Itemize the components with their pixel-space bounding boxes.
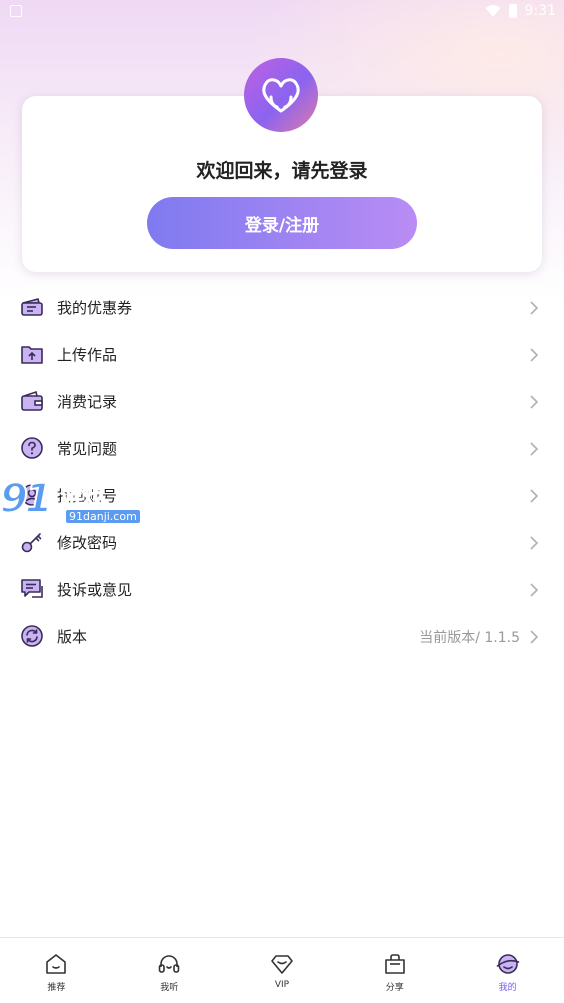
menu-label: 投诉或意见 <box>57 581 133 599</box>
status-bar: 9:31 <box>0 0 564 24</box>
menu-label: 修改密码 <box>57 534 118 552</box>
wifi-icon <box>485 5 501 17</box>
chevron-right-icon <box>530 583 538 597</box>
tab-listen[interactable]: 我听 <box>113 938 226 1003</box>
menu-label: 上传作品 <box>57 346 118 364</box>
feedback-icon <box>21 579 43 598</box>
app-logo-heart-icon <box>244 58 318 132</box>
bottom-tab-bar: 推荐 我听 VIP 分享 我的 <box>0 937 564 1003</box>
tab-recommend[interactable]: 推荐 <box>0 938 113 1003</box>
diamond-icon <box>271 955 293 974</box>
menu-item-purchase-history[interactable]: 消费记录 <box>0 378 564 425</box>
profile-planet-icon <box>496 954 519 974</box>
menu-item-version[interactable]: 版本 当前版本/ 1.1.5 <box>0 613 564 660</box>
tab-label: 我的 <box>498 983 517 993</box>
tab-label: VIP <box>274 980 290 990</box>
chevron-right-icon <box>530 489 538 503</box>
menu-item-feedback[interactable]: 投诉或意见 <box>0 566 564 613</box>
chevron-right-icon <box>530 536 538 550</box>
tab-label: 推荐 <box>47 983 66 993</box>
menu-label: 消费记录 <box>57 393 118 411</box>
tab-label: 分享 <box>385 983 404 993</box>
status-time: 9:31 <box>524 3 556 19</box>
upload-folder-icon <box>21 346 43 364</box>
menu-label: 找回账号 <box>57 487 118 505</box>
home-icon <box>46 954 67 974</box>
settings-menu: 我的优惠券 上传作品 消费记录 常见问题 找回账号 修改密码 投诉或意见 版本 … <box>0 284 564 660</box>
chevron-right-icon <box>530 348 538 362</box>
headphones-icon <box>158 955 180 973</box>
share-bag-icon <box>384 954 405 974</box>
tab-label: 我听 <box>160 983 179 993</box>
login-register-button[interactable]: 登录/注册 <box>147 197 417 249</box>
tab-mine[interactable]: 我的 <box>451 938 564 1003</box>
recover-account-icon <box>21 484 43 506</box>
tab-vip[interactable]: VIP <box>226 938 339 1003</box>
key-icon <box>21 533 42 553</box>
welcome-text: 欢迎回来，请先登录 <box>196 160 368 182</box>
coupon-icon <box>21 298 43 316</box>
version-value: 当前版本/ 1.1.5 <box>419 629 520 646</box>
menu-item-upload[interactable]: 上传作品 <box>0 331 564 378</box>
tab-share[interactable]: 分享 <box>338 938 451 1003</box>
menu-item-change-password[interactable]: 修改密码 <box>0 519 564 566</box>
wallet-icon <box>21 390 43 411</box>
notification-icon <box>10 5 22 17</box>
chevron-right-icon <box>530 395 538 409</box>
chevron-right-icon <box>530 301 538 315</box>
menu-item-recover-account[interactable]: 找回账号 <box>0 472 564 519</box>
menu-item-faq[interactable]: 常见问题 <box>0 425 564 472</box>
chevron-right-icon <box>530 630 538 644</box>
menu-item-coupons[interactable]: 我的优惠券 <box>0 284 564 331</box>
chevron-right-icon <box>530 442 538 456</box>
menu-label: 常见问题 <box>57 440 118 458</box>
refresh-icon <box>21 625 43 647</box>
battery-icon <box>508 4 517 18</box>
question-icon <box>21 437 43 459</box>
menu-label: 版本 <box>57 628 88 646</box>
menu-label: 我的优惠券 <box>57 299 133 317</box>
